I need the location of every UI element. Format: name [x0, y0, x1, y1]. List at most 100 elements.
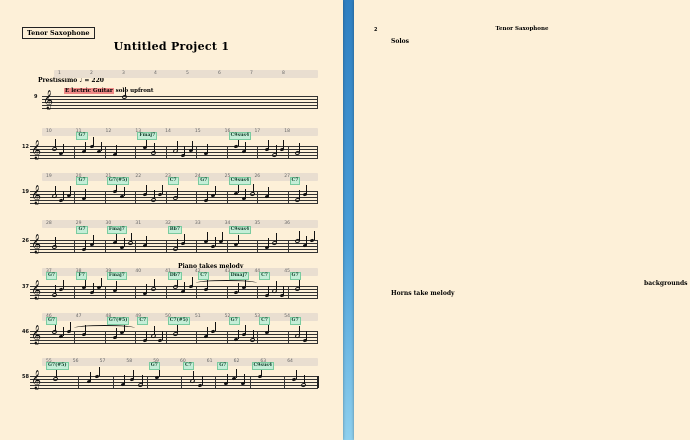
- chord-symbol[interactable]: C7: [198, 272, 210, 280]
- note-stem: [133, 370, 135, 379]
- barline: [317, 286, 318, 298]
- slur[interactable]: [74, 325, 136, 331]
- note-stem: [235, 369, 237, 378]
- note-stem: [124, 375, 126, 384]
- chord-symbol[interactable]: Fmaj7: [106, 272, 127, 280]
- chord-symbol[interactable]: C7: [289, 177, 301, 185]
- barline: [112, 376, 114, 388]
- chord-symbol[interactable]: C7: [137, 317, 149, 325]
- note-stem: [176, 188, 178, 197]
- chord-symbol[interactable]: Fmaj7: [106, 226, 127, 234]
- note-stem: [161, 331, 163, 340]
- note-stem: [131, 233, 133, 242]
- note-stem: [55, 369, 57, 378]
- system-7[interactable]: 5556575859606162636458𝄞G7(#5)G7C7G7C9sus…: [22, 358, 319, 398]
- staff-line: [30, 298, 318, 299]
- barline: [287, 286, 289, 298]
- chord-symbol[interactable]: Db7: [167, 272, 183, 280]
- chord-symbol[interactable]: G7: [228, 317, 240, 325]
- barline: [74, 286, 76, 298]
- score-page-1[interactable]: Tenor Saxophone Untitled Project 1 1. Fl…: [0, 0, 343, 440]
- barline: [226, 191, 228, 203]
- chord-symbol[interactable]: Fmaj7: [137, 132, 158, 140]
- system-2[interactable]: 10111213141516171812𝄞G7Fmaj7C9sus4: [22, 128, 318, 168]
- barline: [226, 286, 228, 298]
- note-stem: [295, 370, 297, 379]
- barline: [196, 240, 198, 252]
- note-stem: [207, 191, 209, 200]
- note-stem: [153, 326, 155, 335]
- chord-symbol[interactable]: Dmaj7: [228, 272, 250, 280]
- note-stem: [70, 322, 72, 331]
- barline: [135, 240, 137, 252]
- chord-symbol[interactable]: G7: [76, 226, 88, 234]
- note-stem: [237, 330, 239, 339]
- system-5[interactable]: 37383940414243444537𝄞G7F7Fmaj7Db7C7Dmaj7…: [22, 268, 318, 308]
- chord-symbol[interactable]: G7: [46, 272, 58, 280]
- chord-symbol[interactable]: C9sus4: [228, 132, 252, 140]
- treble-clef-icon: 𝄞: [43, 90, 54, 110]
- system-4[interactable]: 28 29 30 31 32 33 34 35 36 26 𝄞 G7 Fmaj7 Bb7 C9sus4: [22, 220, 318, 260]
- staff-line: [30, 158, 318, 159]
- barline: [165, 331, 167, 343]
- barline: [146, 376, 148, 388]
- note-stem: [100, 142, 102, 151]
- barline: [135, 331, 137, 343]
- barline: [317, 331, 318, 343]
- bar-number: 58: [126, 359, 133, 364]
- measure-number: 19: [22, 189, 29, 195]
- chord-symbol[interactable]: Bb7: [167, 226, 183, 234]
- system-1[interactable]: 1 2 3 4 5 6 7 8 9 𝄞: [34, 70, 318, 110]
- system-3[interactable]: 19202122232425262719𝄞G7G7(#5)C7G7C9sus4C…: [22, 173, 318, 213]
- note-stem: [176, 239, 178, 248]
- horns-melody-label[interactable]: Horns take melody: [391, 290, 455, 297]
- system-6[interactable]: 46474849505152535446𝄞G7G7(#5)C7C7(#5)G7C…: [22, 313, 318, 353]
- note-stem: [275, 233, 277, 242]
- chord-symbol[interactable]: G7(#5): [106, 317, 130, 325]
- chord-symbol[interactable]: C7: [259, 272, 270, 280]
- barline: [317, 376, 319, 388]
- backgrounds-label[interactable]: backgrounds: [644, 280, 688, 287]
- bar-number: 14: [165, 129, 171, 134]
- bar-number-strip: 1 2 3 4 5 6 7 8: [54, 70, 318, 78]
- chord-symbol[interactable]: G7: [148, 362, 160, 370]
- note-stem: [161, 185, 163, 194]
- bar-number: 35: [254, 221, 261, 226]
- chord-symbol[interactable]: C9sus4: [228, 177, 252, 185]
- chord-symbol[interactable]: G7(#5): [46, 362, 69, 370]
- chord-symbol[interactable]: G7: [289, 317, 301, 325]
- chord-symbol[interactable]: G7: [76, 132, 88, 140]
- note-stem: [275, 281, 277, 290]
- chord-symbol[interactable]: G7(#5): [106, 177, 130, 185]
- staff[interactable]: [30, 376, 318, 389]
- chord-symbol[interactable]: G7: [46, 317, 58, 325]
- barline: [317, 96, 318, 108]
- chord-symbol[interactable]: C9sus4: [251, 362, 275, 370]
- score-page-2[interactable]: 2 Tenor Saxophone Solos Horns take melod…: [354, 0, 690, 440]
- chord-symbol[interactable]: G7: [289, 272, 301, 280]
- staff[interactable]: [42, 96, 318, 109]
- solos-label[interactable]: Solos: [391, 38, 409, 45]
- barline: [74, 146, 76, 158]
- bar-number: 17: [254, 129, 261, 134]
- note-stem: [268, 286, 270, 295]
- chord-symbol[interactable]: G7: [76, 177, 88, 185]
- barline: [257, 286, 259, 298]
- chord-symbol[interactable]: C9sus4: [228, 226, 252, 234]
- bar-number: 2: [90, 71, 93, 76]
- note-stem: [298, 326, 300, 335]
- chord-symbol[interactable]: G7: [198, 177, 210, 185]
- chord-symbol[interactable]: C7: [183, 362, 194, 370]
- barline: [196, 286, 198, 298]
- chord-symbol[interactable]: G7: [217, 362, 229, 370]
- note-stem: [70, 186, 72, 195]
- note-stem: [207, 144, 209, 153]
- chord-symbol[interactable]: C7: [167, 177, 179, 185]
- score-title[interactable]: Untitled Project 1: [0, 40, 343, 53]
- note-stem: [275, 145, 277, 154]
- chord-symbol[interactable]: C7(#5): [167, 317, 191, 325]
- note-stem: [93, 137, 95, 146]
- slur[interactable]: [196, 280, 258, 286]
- chord-symbol[interactable]: C7: [259, 317, 270, 325]
- chord-symbol[interactable]: F7: [76, 272, 87, 280]
